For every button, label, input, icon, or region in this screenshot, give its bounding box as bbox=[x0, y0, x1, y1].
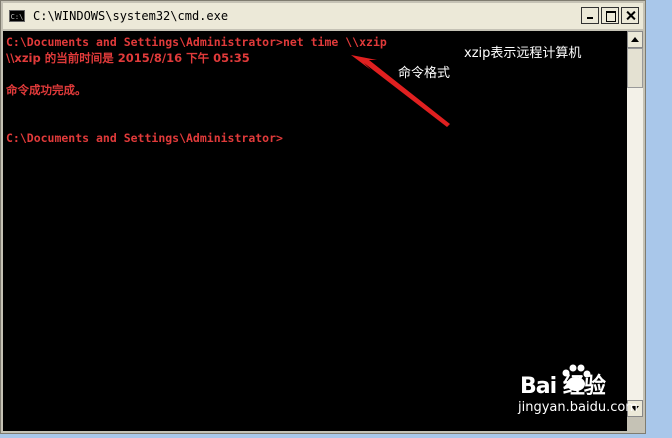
window-controls bbox=[581, 7, 639, 24]
title-bar[interactable]: C:\ C:\WINDOWS\system32\cmd.exe bbox=[3, 3, 643, 29]
console-line-success: 命令成功完成。 bbox=[6, 83, 87, 97]
maximize-button[interactable] bbox=[601, 7, 619, 24]
cmd-app-icon[interactable]: C:\ bbox=[9, 10, 25, 22]
console-line-time-result: \\xzip 的当前时间是 2015/8/16 下午 05:35 bbox=[6, 51, 250, 65]
annotation-command-format: 命令格式 bbox=[398, 66, 451, 81]
annotation-remote-computer: xzip表示远程计算机 bbox=[464, 46, 582, 61]
window-title: C:\WINDOWS\system32\cmd.exe bbox=[33, 9, 229, 23]
minimize-button[interactable] bbox=[581, 7, 599, 24]
vertical-scrollbar[interactable] bbox=[627, 31, 643, 417]
scroll-up-button[interactable] bbox=[627, 31, 643, 48]
close-button[interactable] bbox=[621, 7, 639, 24]
scroll-thumb[interactable] bbox=[627, 48, 643, 88]
console-line-command: C:\Documents and Settings\Administrator>… bbox=[6, 35, 387, 49]
watermark-url: jingyan.baidu.com bbox=[518, 400, 638, 415]
console-line-prompt: C:\Documents and Settings\Administrator> bbox=[6, 131, 283, 145]
watermark-logo: Bai 经验 bbox=[520, 374, 606, 399]
baidu-jingyan-watermark: Bai 经验 jingyan.baidu.com bbox=[512, 364, 638, 420]
